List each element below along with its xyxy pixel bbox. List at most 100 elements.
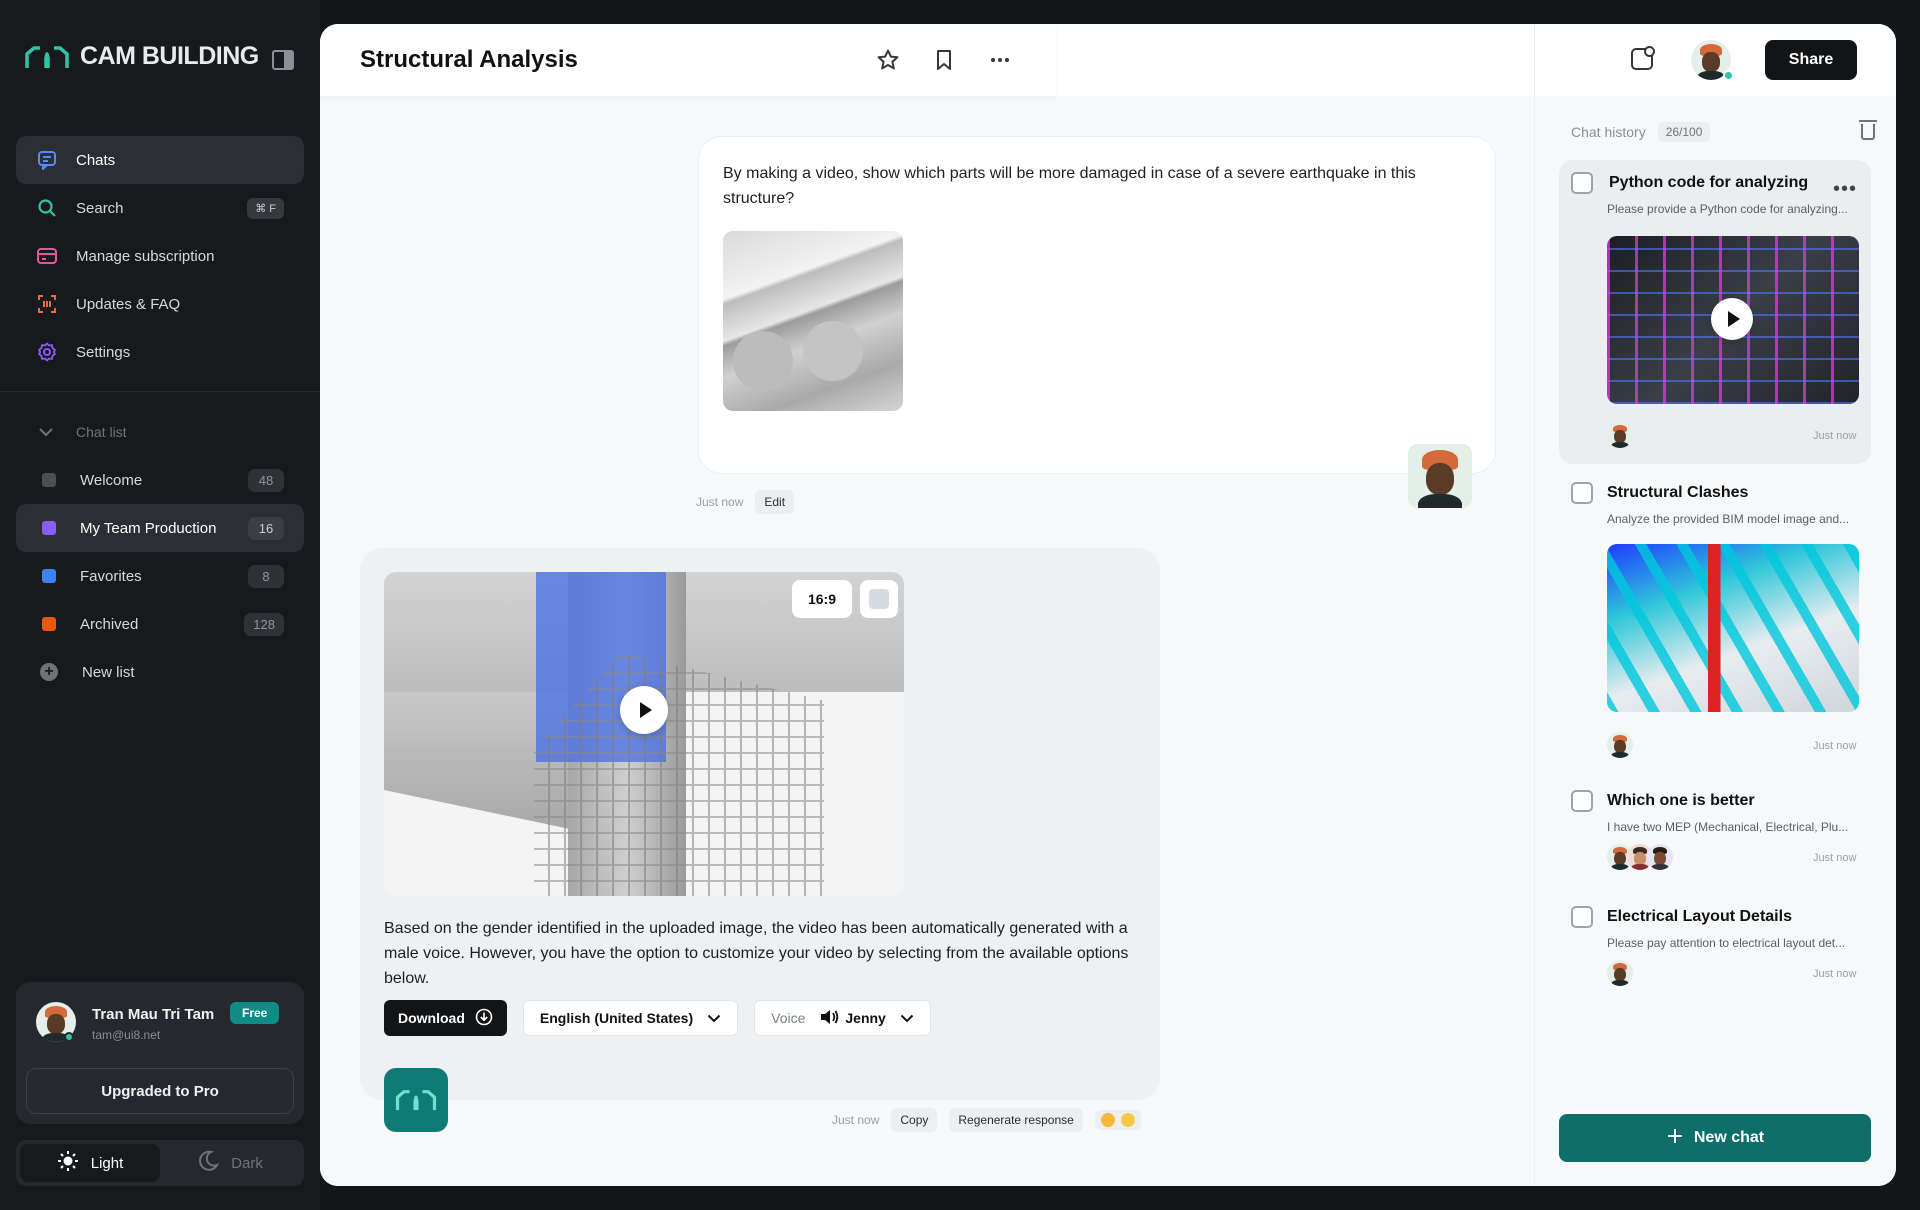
theme-light-button[interactable]: Light [20, 1144, 160, 1182]
emoji-star-eyes-icon[interactable] [1100, 1113, 1115, 1127]
user-message-text: By making a video, show which parts will… [723, 165, 1416, 207]
bookmark-icon[interactable] [932, 48, 956, 72]
new-list-label: New list [82, 663, 135, 681]
new-chat-label: New chat [1693, 1129, 1765, 1146]
language-select[interactable]: English (United States) [522, 1000, 739, 1036]
download-button[interactable]: Download [384, 1000, 507, 1036]
folder-color-dot [42, 473, 56, 487]
count-badge: 16 [248, 516, 284, 540]
avatar [1607, 732, 1633, 758]
page-title: Structural Analysis [360, 46, 578, 73]
new-list-button[interactable]: + New list [16, 648, 304, 696]
theme-dark-button[interactable]: Dark [160, 1144, 300, 1182]
chat-list-label: My Team Production [80, 519, 217, 537]
nav-label: Manage subscription [76, 247, 215, 265]
aspect-ratio-button[interactable]: 16:9 [792, 580, 852, 618]
history-card[interactable]: Python code for analyzing ••• Please pro… [1559, 160, 1871, 464]
attached-image[interactable] [723, 231, 903, 411]
nav-item-search[interactable]: Search ⌘ F [16, 184, 304, 232]
sidebar-divider [0, 391, 320, 392]
upgrade-button[interactable]: Upgraded to Pro [26, 1068, 294, 1114]
chat-list-item-favorites[interactable]: Favorites 8 [16, 552, 304, 600]
trash-icon[interactable] [1859, 120, 1877, 140]
history-card-subtitle: Analyze the provided BIM model image and… [1607, 512, 1850, 526]
scan-icon [36, 293, 58, 315]
sun-icon [57, 1150, 79, 1176]
history-card[interactable]: Electrical Layout Details Please pay att… [1559, 900, 1871, 1010]
nav-label: Chats [76, 151, 116, 169]
reactions[interactable] [1094, 1110, 1141, 1130]
collapse-sidebar-icon[interactable] [272, 50, 294, 70]
checkbox[interactable] [1571, 172, 1593, 194]
timestamp: Just now [1813, 968, 1857, 980]
download-label: Download [398, 1010, 465, 1026]
share-button[interactable]: Share [1765, 40, 1857, 80]
user-message: By making a video, show which parts will… [698, 136, 1496, 474]
main-panel: Structural Analysis By making a video, s… [320, 24, 1896, 1186]
plus-icon [1666, 1127, 1684, 1150]
speaker-icon [819, 1008, 839, 1029]
chat-history-header: Chat history 26/100 [1571, 122, 1711, 142]
fullscreen-icon[interactable] [860, 580, 898, 618]
theme-light-label: Light [90, 1154, 124, 1172]
timestamp: Just now [1813, 430, 1857, 442]
history-card-subtitle: I have two MEP (Mechanical, Electrical, … [1607, 820, 1849, 834]
chat-list: Chat list Welcome 48 My Team Production … [16, 408, 304, 696]
brand[interactable]: CAM BUILDING [24, 42, 259, 71]
video-thumbnail[interactable] [1607, 236, 1859, 404]
history-card[interactable]: Structural Clashes Analyze the provided … [1559, 476, 1871, 776]
checkbox[interactable] [1571, 906, 1593, 928]
gear-icon [36, 341, 58, 363]
nav-item-settings[interactable]: Settings [16, 328, 304, 376]
plus-circle-icon: + [40, 663, 58, 681]
sidebar: CAM BUILDING Chats Search ⌘ F Manage sub… [0, 0, 320, 1210]
checkbox[interactable] [1571, 790, 1593, 812]
emoji-wink-icon[interactable] [1120, 1113, 1135, 1127]
chat-list-item-welcome[interactable]: Welcome 48 [16, 456, 304, 504]
more-icon[interactable]: ••• [1833, 178, 1857, 201]
chat-list-item-archived[interactable]: Archived 128 [16, 600, 304, 648]
edit-button[interactable]: Edit [755, 490, 795, 514]
star-icon[interactable] [876, 48, 900, 72]
voice-select[interactable]: Voice Jenny [754, 1000, 931, 1036]
copy-button[interactable]: Copy [891, 1108, 938, 1132]
video-player[interactable]: 16:9 [384, 572, 904, 896]
timestamp: Just now [1813, 740, 1857, 752]
history-card-title: Electrical Layout Details [1607, 908, 1792, 925]
ai-message-text: Based on the gender identified in the up… [384, 920, 1129, 987]
chat-list-item-my-team-production[interactable]: My Team Production 16 [16, 504, 304, 552]
timestamp: Just now [696, 495, 744, 509]
chat-history-label: Chat history [1571, 124, 1646, 140]
history-card-subtitle: Please provide a Python code for analyzi… [1607, 202, 1848, 216]
more-icon[interactable] [988, 48, 1012, 72]
avatar [1607, 960, 1633, 986]
new-chat-button[interactable]: New chat [1559, 1114, 1871, 1162]
ai-message: 16:9 Based on the gender identified in t… [360, 548, 1160, 1100]
checkbox[interactable] [1571, 482, 1593, 504]
chat-list-header[interactable]: Chat list [16, 408, 304, 456]
chat-header: Structural Analysis [320, 24, 1056, 96]
search-icon [36, 197, 58, 219]
count-badge: 48 [248, 468, 284, 492]
play-icon[interactable] [620, 686, 668, 734]
download-icon [475, 1008, 493, 1029]
chat-list-label: Archived [80, 615, 139, 633]
history-topbar: Share [1535, 24, 1896, 96]
chat-icon [36, 149, 58, 171]
new-window-icon[interactable] [1631, 46, 1655, 70]
chevron-down-icon [38, 424, 54, 440]
brand-name: CAM BUILDING [80, 42, 259, 70]
profile-email: tam@ui8.net [92, 1028, 161, 1042]
nav-item-chats[interactable]: Chats [16, 136, 304, 184]
folder-color-dot [42, 617, 56, 631]
theme-switcher: Light Dark [16, 1140, 304, 1186]
chat-list-label: Welcome [80, 471, 143, 489]
history-card[interactable]: Which one is better I have two MEP (Mech… [1559, 784, 1871, 894]
nav-item-updates-faq[interactable]: Updates & FAQ [16, 280, 304, 328]
play-icon[interactable] [1711, 298, 1753, 340]
regenerate-button[interactable]: Regenerate response [949, 1108, 1083, 1132]
plan-badge: Free [230, 1002, 280, 1024]
nav-item-manage-subscription[interactable]: Manage subscription [16, 232, 304, 280]
image-thumbnail[interactable] [1607, 544, 1859, 712]
history-card-title: Structural Clashes [1607, 484, 1749, 501]
